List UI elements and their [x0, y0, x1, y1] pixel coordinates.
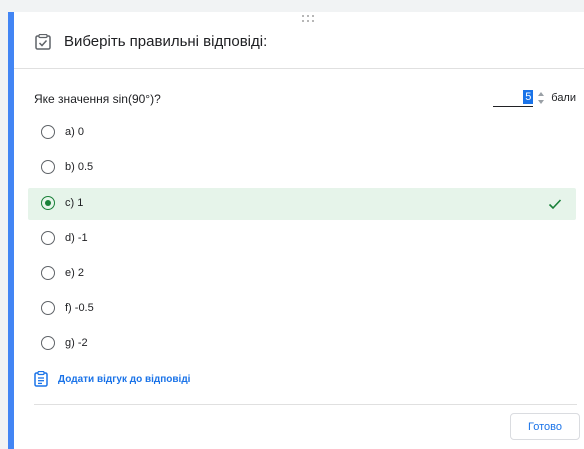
option-label: b) 0.5	[65, 161, 94, 173]
points-control: 5 бали	[493, 88, 576, 108]
card-header: Виберіть правильні відповіді:	[14, 12, 584, 69]
radio-button[interactable]	[41, 336, 55, 350]
done-button[interactable]: Готово	[510, 413, 580, 440]
option-label: c) 1	[65, 197, 84, 209]
radio-button[interactable]	[41, 125, 55, 139]
add-feedback-label[interactable]: Додати відгук до відповіді	[58, 374, 190, 385]
points-input[interactable]: 5	[493, 89, 534, 107]
assignment-icon	[34, 371, 48, 387]
option-label: a) 0	[65, 126, 84, 138]
radio-button-selected[interactable]	[41, 196, 55, 210]
page-title: Виберіть правильні відповіді:	[64, 33, 268, 50]
option-c[interactable]: c) 1	[28, 188, 576, 220]
points-value[interactable]: 5	[523, 90, 534, 104]
option-d[interactable]: d) -1	[28, 223, 576, 255]
option-label: g) -2	[65, 337, 88, 349]
radio-button[interactable]	[41, 266, 55, 280]
option-a[interactable]: a) 0	[28, 117, 576, 149]
question-card: Виберіть правильні відповіді: Яке значен…	[8, 12, 584, 449]
option-g[interactable]: g) -2	[28, 328, 576, 360]
option-f[interactable]: f) -0.5	[28, 293, 576, 325]
option-e[interactable]: e) 2	[28, 258, 576, 290]
radio-button[interactable]	[41, 301, 55, 315]
check-icon	[548, 199, 562, 210]
radio-button[interactable]	[41, 160, 55, 174]
spinner-down-icon[interactable]	[538, 100, 545, 104]
radio-button[interactable]	[41, 231, 55, 245]
points-label: бали	[551, 92, 576, 104]
option-label: f) -0.5	[65, 302, 94, 314]
points-spinner[interactable]	[537, 90, 545, 106]
option-label: e) 2	[65, 267, 84, 279]
question-text: Яке значення sin(90°)?	[34, 92, 161, 106]
option-label: d) -1	[65, 232, 88, 244]
add-feedback-link[interactable]: Додати відгук до відповіді	[34, 371, 190, 387]
spinner-up-icon[interactable]	[538, 92, 545, 96]
divider	[34, 404, 577, 405]
checkbox-checked-icon	[35, 34, 51, 50]
option-b[interactable]: b) 0.5	[28, 152, 576, 184]
